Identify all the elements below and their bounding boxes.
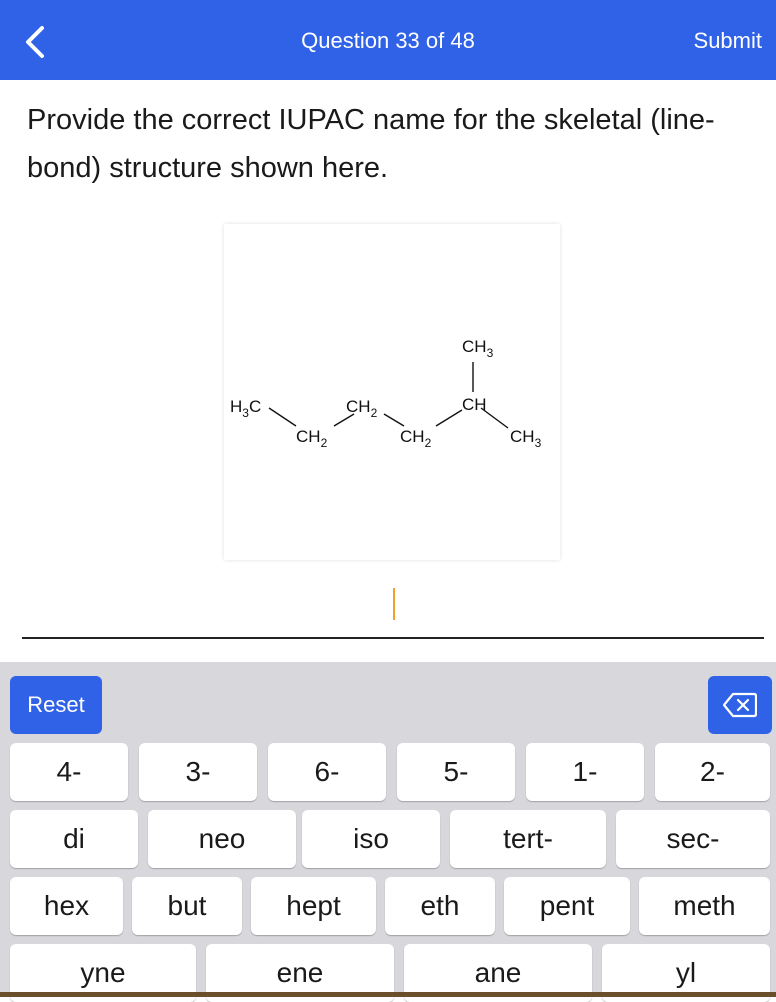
bond [383, 413, 405, 427]
key-hept[interactable]: hept [251, 877, 376, 935]
key-eth[interactable]: eth [385, 877, 495, 935]
reset-button[interactable]: Reset [10, 676, 102, 734]
key-1[interactable]: 1- [526, 743, 644, 801]
structure-image: H3C CH2 CH2 CH2 CH CH3 CH3 [224, 224, 560, 560]
question-text: Provide the correct IUPAC name for the s… [27, 104, 715, 184]
bond [435, 409, 463, 427]
label-ch3-top: CH3 [462, 337, 494, 360]
bottom-edge [0, 992, 776, 997]
submit-button[interactable]: Submit [694, 28, 762, 54]
key-sec[interactable]: sec- [616, 810, 770, 868]
label-ch2-c: CH2 [400, 427, 432, 450]
key-pent[interactable]: pent [504, 877, 630, 935]
key-2[interactable]: 2- [655, 743, 770, 801]
label-ch3-right: CH3 [510, 427, 542, 450]
key-6[interactable]: 6- [268, 743, 386, 801]
question-counter: Question 33 of 48 [301, 28, 475, 53]
label-h3c: H3C [230, 397, 261, 420]
key-neo[interactable]: neo [148, 810, 296, 868]
key-iso[interactable]: iso [302, 810, 440, 868]
key-3[interactable]: 3- [139, 743, 257, 801]
key-meth[interactable]: meth [639, 877, 770, 935]
bond [268, 407, 297, 427]
backspace-button[interactable] [708, 676, 772, 734]
text-cursor [393, 588, 395, 620]
key-but[interactable]: but [132, 877, 242, 935]
key-tert[interactable]: tert- [450, 810, 606, 868]
label-ch: CH [462, 395, 487, 414]
backspace-icon [723, 692, 757, 718]
skeletal-structure: H3C CH2 CH2 CH2 CH CH3 CH3 [230, 337, 542, 450]
key-4[interactable]: 4- [10, 743, 128, 801]
answer-field[interactable] [22, 637, 764, 639]
key-5[interactable]: 5- [397, 743, 515, 801]
label-ch2-a: CH2 [296, 427, 328, 450]
top-bar: Question 33 of 48 Submit [0, 0, 776, 80]
key-di[interactable]: di [10, 810, 138, 868]
key-hex[interactable]: hex [10, 877, 123, 935]
